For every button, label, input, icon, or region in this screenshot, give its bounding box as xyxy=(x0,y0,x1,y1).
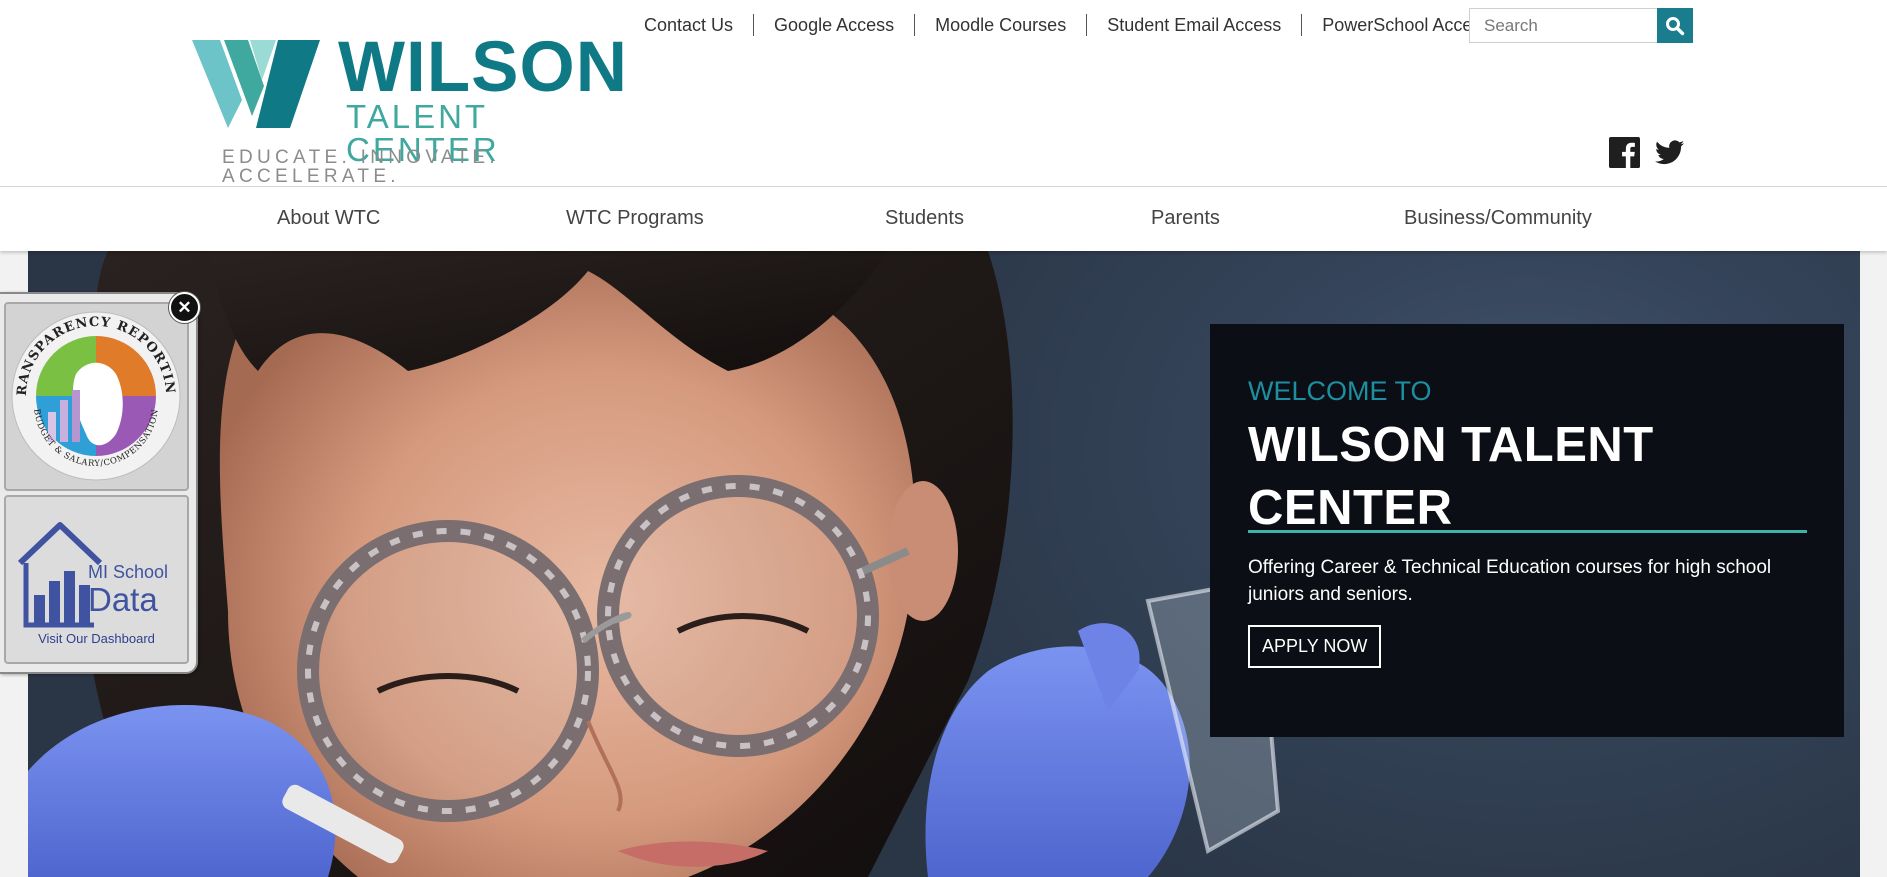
transparency-reporting-badge-icon: TRANSPARENCY REPORTING BUDGET & SALARY/C… xyxy=(0,293,181,481)
nav-business-community[interactable]: Business/Community xyxy=(1404,207,1592,230)
mi-school-label: MI School xyxy=(88,562,169,582)
transparency-side-widget: ✕ TRANSPARENCY REPORTING BUDGET & SALARY… xyxy=(0,292,200,674)
close-icon[interactable]: ✕ xyxy=(169,292,200,323)
logo-tagline: EDUCATE. INNOVATE. ACCELERATE. xyxy=(222,147,499,187)
welcome-divider xyxy=(1248,530,1807,533)
google-access-link[interactable]: Google Access xyxy=(753,14,914,36)
site-logo[interactable]: WILSON TALENT CENTER EDUCATE. INNOVATE. … xyxy=(192,32,627,186)
contact-us-link[interactable]: Contact Us xyxy=(630,14,753,36)
facebook-icon[interactable] xyxy=(1609,137,1640,168)
student-email-access-link[interactable]: Student Email Access xyxy=(1086,14,1301,36)
nav-parents[interactable]: Parents xyxy=(1151,207,1220,230)
welcome-title: WILSON TALENT CENTER xyxy=(1248,418,1654,535)
search-input[interactable] xyxy=(1469,8,1657,43)
main-nav: About WTC WTC Programs Students Parents … xyxy=(0,187,1887,251)
logo-wordmark: WILSON xyxy=(338,28,628,107)
mi-data-label: Data xyxy=(88,581,158,618)
utility-links: Contact Us Google Access Moodle Courses … xyxy=(630,13,1510,37)
welcome-pretitle: WELCOME TO xyxy=(1248,376,1432,406)
welcome-panel: WELCOME TO WILSON TALENT CENTER Offering… xyxy=(1210,324,1844,737)
welcome-description: Offering Career & Technical Education co… xyxy=(1248,557,1772,605)
apply-now-button[interactable]: APPLY NOW xyxy=(1248,625,1382,668)
nav-wtc-programs[interactable]: WTC Programs xyxy=(566,207,704,230)
search-button[interactable] xyxy=(1657,8,1693,43)
nav-students[interactable]: Students xyxy=(885,207,964,230)
site-header: WILSON TALENT CENTER EDUCATE. INNOVATE. … xyxy=(0,0,1887,187)
magnifier-icon xyxy=(1666,16,1685,35)
wilson-logo-mark-icon xyxy=(192,40,320,128)
search-box xyxy=(1469,8,1694,43)
twitter-icon[interactable] xyxy=(1654,137,1685,168)
nav-about-wtc[interactable]: About WTC xyxy=(277,207,380,230)
social-links xyxy=(1609,137,1685,168)
mi-school-data-link[interactable]: MI School Data Visit Our Dashboard xyxy=(4,495,189,664)
transparency-reporting-link[interactable]: TRANSPARENCY REPORTING BUDGET & SALARY/C… xyxy=(0,293,189,491)
visit-dashboard-link[interactable]: Visit Our Dashboard xyxy=(6,631,187,646)
moodle-courses-link[interactable]: Moodle Courses xyxy=(914,14,1086,36)
